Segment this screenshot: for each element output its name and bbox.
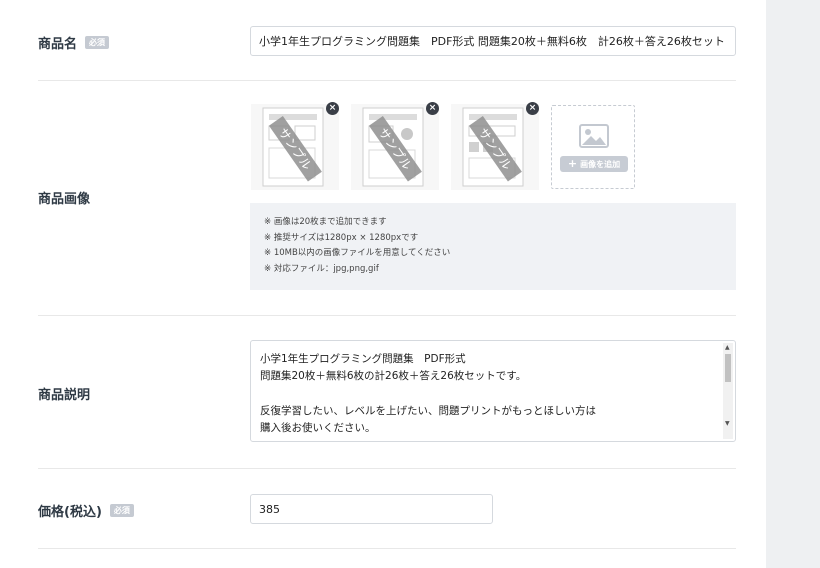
add-image-label: 画像を追加	[580, 159, 621, 169]
divider	[38, 468, 736, 469]
description-line: 反復学習したい、レベルを上げたい、問題プリントがもっとほしい方は	[260, 404, 596, 417]
worksheet-preview-icon: サンプル	[362, 107, 424, 187]
name-label: 商品名	[38, 37, 78, 52]
add-image-dropzone[interactable]: + 画像を追加	[551, 105, 635, 189]
close-circle-icon: ×	[528, 103, 537, 113]
image-thumbnail-1[interactable]: サンプル	[251, 104, 339, 190]
price-label-group: 価格(税込) 必須	[38, 501, 134, 520]
price-label: 価格(税込)	[38, 505, 102, 520]
image-notes: ※ 画像は20枚まで追加できます ※ 推奨サイズは1280px × 1280px…	[250, 203, 736, 290]
description-label-group: 商品説明	[38, 384, 90, 403]
close-circle-icon: ×	[428, 103, 437, 113]
description-label: 商品説明	[38, 388, 91, 403]
price-input[interactable]: 385	[250, 494, 493, 524]
remove-image-3-button[interactable]: ×	[526, 102, 539, 115]
description-line: 小学1年生プログラミング問題集 PDF形式	[260, 353, 466, 365]
required-badge: 必須	[109, 504, 134, 517]
divider	[38, 80, 736, 81]
description-line: 購入後お使いください。	[260, 422, 376, 435]
remove-image-1-button[interactable]: ×	[326, 102, 339, 115]
image-thumbnail-3[interactable]: サンプル	[451, 104, 539, 190]
scrollbar-thumb[interactable]	[725, 354, 731, 382]
note-line: ※ 10MB以内の画像ファイルを用意してください	[264, 248, 451, 258]
worksheet-preview-icon: サンプル	[262, 107, 324, 187]
description-line	[260, 386, 711, 403]
note-line: ※ 対応ファイル：jpg,png,gif	[264, 263, 379, 274]
product-name-input[interactable]: 小学1年生プログラミング問題集 PDF形式 問題集20枚＋無料6枚 計26枚＋答…	[250, 26, 736, 56]
add-image-button[interactable]: + 画像を追加	[560, 156, 628, 172]
image-placeholder-icon	[579, 124, 609, 148]
note-line: ※ 推奨サイズは1280px × 1280pxです	[264, 232, 419, 243]
image-thumbnail-2[interactable]: サンプル	[351, 104, 439, 190]
close-circle-icon: ×	[328, 103, 337, 113]
scroll-up-icon: ▲	[725, 344, 730, 351]
name-row: 商品名 必須 小学1年生プログラミング問題集 PDF形式 問題集20枚＋無料6枚…	[38, 26, 736, 56]
worksheet-preview-icon: サンプル	[462, 107, 524, 187]
image-label-group: 商品画像	[38, 188, 90, 207]
name-label-group: 商品名 必須	[38, 33, 110, 52]
right-gutter	[766, 0, 820, 568]
image-label: 商品画像	[38, 192, 91, 207]
required-badge: 必須	[85, 36, 110, 49]
description-line: 問題集20枚＋無料6枚の計26枚＋答え26枚セットです。	[260, 370, 527, 383]
plus-icon: +	[567, 157, 578, 170]
product-description-textarea[interactable]: 小学1年生プログラミング問題集 PDF形式 問題集20枚＋無料6枚の計26枚＋答…	[250, 340, 736, 442]
note-line: ※ 画像は20枚まで追加できます	[264, 217, 387, 227]
textarea-scrollbar[interactable]: ▲ ▼	[723, 343, 733, 439]
scroll-down-icon: ▼	[725, 420, 730, 427]
divider	[38, 315, 736, 316]
divider	[38, 548, 736, 549]
remove-image-2-button[interactable]: ×	[426, 102, 439, 115]
